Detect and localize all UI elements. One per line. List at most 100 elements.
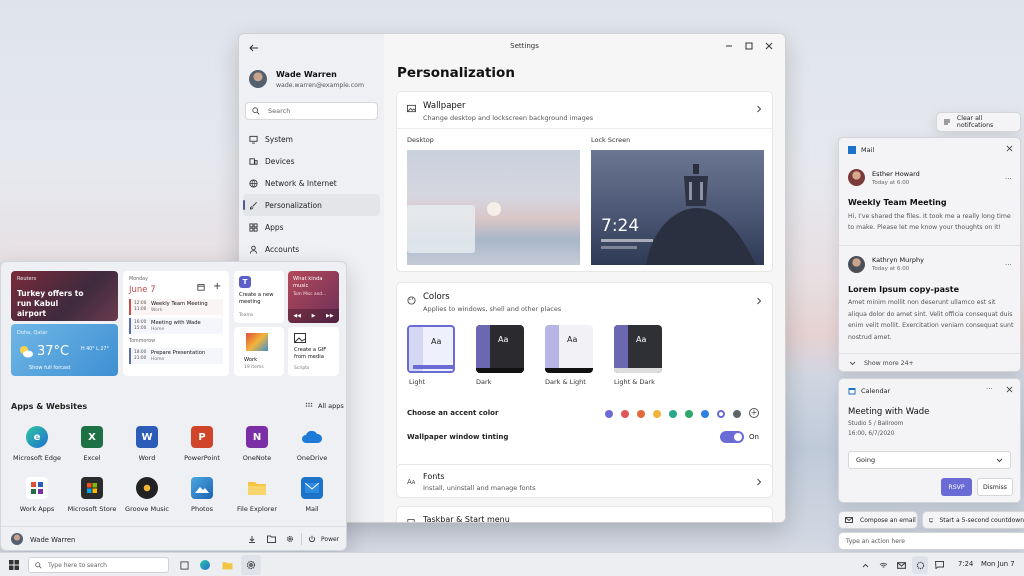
sender-avatar: [848, 169, 865, 186]
taskbar-card[interactable]: Taskbar & Start menu: [396, 506, 773, 522]
gear-icon[interactable]: [286, 535, 294, 543]
more-options-icon[interactable]: ···: [986, 385, 993, 393]
close-icon[interactable]: [1006, 386, 1013, 393]
rsvp-select[interactable]: Going: [848, 451, 1011, 469]
mail-tray-icon[interactable]: [894, 553, 908, 576]
divider: [839, 353, 1020, 354]
search-icon: [35, 561, 42, 569]
dismiss-button[interactable]: Dismiss: [977, 478, 1013, 496]
app-excel[interactable]: X Excel: [63, 426, 121, 462]
nav-item-apps[interactable]: Apps: [243, 216, 380, 238]
close-button[interactable]: [763, 40, 775, 52]
nav-item-accounts[interactable]: Accounts: [243, 238, 380, 260]
app-label: OneNote: [242, 454, 272, 462]
app-onenote[interactable]: N OneNote: [228, 426, 286, 462]
play-icon[interactable]: ▶: [312, 313, 316, 319]
user-avatar[interactable]: [11, 533, 23, 545]
close-icon[interactable]: [1006, 145, 1013, 152]
accent-swatch[interactable]: [701, 410, 709, 418]
accent-swatch[interactable]: [717, 410, 725, 418]
minimize-button[interactable]: [723, 40, 735, 52]
calendar-event[interactable]: 12:00 11:00 Weekly Team Meeting Work: [129, 299, 223, 315]
app-groove[interactable]: Groove Music: [118, 477, 176, 513]
app-file-explorer[interactable]: File Explorer: [228, 477, 286, 513]
theme-dark-option[interactable]: Aa: [476, 325, 524, 373]
calendar-tile[interactable]: Monday June 7 + 12:00 11:00 Weekly Team …: [123, 271, 229, 376]
nav-item-personalization[interactable]: Personalization: [243, 194, 380, 216]
chevron-up-icon[interactable]: [858, 553, 872, 576]
notification-icon[interactable]: [932, 553, 946, 576]
clear-all-button[interactable]: Clear all notifcations: [936, 112, 1021, 132]
start-user-name[interactable]: Wade Warren: [30, 536, 75, 544]
app-word[interactable]: W Word: [118, 426, 176, 462]
calendar-event[interactable]: 18:00 21:00 Prepare Presentation Home: [129, 348, 223, 364]
calendar-icon[interactable]: [197, 283, 205, 291]
start-button[interactable]: [6, 553, 22, 576]
accent-swatch[interactable]: [669, 410, 677, 418]
app-photos[interactable]: Photos: [173, 477, 231, 513]
tinting-toggle[interactable]: [720, 431, 744, 443]
partly-sunny-icon: [18, 344, 34, 358]
taskbar-settings[interactable]: [241, 555, 261, 575]
accent-swatch[interactable]: [733, 410, 741, 418]
taskbar-time[interactable]: 7:24: [958, 560, 973, 568]
taskbar-file-explorer[interactable]: [219, 553, 235, 576]
app-work-apps[interactable]: Work Apps: [8, 477, 66, 513]
downloads-icon[interactable]: [248, 535, 256, 543]
all-apps-button[interactable]: All apps: [305, 402, 344, 410]
music-tile[interactable]: What kinda music Tom Misc and... ◀◀ ▶ ▶▶: [288, 271, 339, 323]
maximize-button[interactable]: [743, 40, 755, 52]
gif-tile[interactable]: Create a GIF from media Scripts: [288, 327, 339, 376]
weather-tile[interactable]: Doha, Qatar 37°C H 40° L 27° Show full f…: [11, 324, 118, 376]
accent-swatch[interactable]: [621, 410, 629, 418]
action-input[interactable]: Type an action here: [838, 532, 1024, 550]
wifi-icon[interactable]: [876, 553, 890, 576]
desktop-wallpaper-preview[interactable]: [407, 150, 580, 265]
task-view-button[interactable]: [176, 553, 192, 576]
accent-swatch[interactable]: [637, 410, 645, 418]
compose-email-action[interactable]: Compose an email: [838, 511, 918, 529]
add-color-icon[interactable]: +: [749, 408, 759, 418]
settings-tray-button[interactable]: [912, 556, 928, 574]
chevron-right-icon[interactable]: [756, 297, 762, 305]
accent-swatch[interactable]: [605, 410, 613, 418]
more-options-icon[interactable]: ···: [1005, 175, 1012, 183]
settings-search-input[interactable]: Search: [245, 102, 378, 120]
work-tile[interactable]: Work 19 items: [234, 327, 284, 376]
nav-item-system[interactable]: System: [243, 128, 380, 150]
gear-icon: [916, 561, 924, 569]
rsvp-button[interactable]: RSVP: [941, 478, 972, 496]
next-icon[interactable]: ▶▶: [326, 313, 334, 319]
weather-forecast-link[interactable]: Show full forcast: [29, 365, 71, 371]
nav-item-devices[interactable]: Devices: [243, 150, 380, 172]
app-onedrive[interactable]: OneDrive: [283, 426, 341, 462]
theme-light-dark-option[interactable]: Aa: [614, 325, 662, 373]
news-tile[interactable]: Reuters Turkey offers to run Kabul airpo…: [11, 271, 118, 321]
fonts-card[interactable]: AA Fonts Install, uninstall and manage f…: [396, 464, 773, 498]
show-more-button[interactable]: Show more 24+: [849, 360, 914, 367]
taskbar-date[interactable]: Mon Jun 7: [981, 560, 1015, 568]
app-mail[interactable]: Mail: [283, 477, 341, 513]
teams-tile[interactable]: T Create a new meeting Teams: [234, 271, 284, 323]
taskbar-search-input[interactable]: Type here to search: [28, 557, 169, 573]
theme-dark-light-option[interactable]: Aa: [545, 325, 593, 373]
countdown-action[interactable]: Start a 5-second countdown: [922, 511, 1024, 529]
folder-icon[interactable]: [267, 535, 276, 543]
previous-icon[interactable]: ◀◀: [293, 313, 301, 319]
more-options-icon[interactable]: ···: [1005, 261, 1012, 269]
app-edge[interactable]: e Microsoft Edge: [8, 426, 66, 462]
chevron-right-icon[interactable]: [756, 105, 762, 113]
lockscreen-wallpaper-preview[interactable]: 7:24: [591, 150, 764, 265]
wallpaper-title: Wallpaper: [423, 101, 466, 111]
calendar-event[interactable]: 16:00 15:00 Meeting with Wade Home: [129, 318, 223, 334]
power-button[interactable]: Power: [308, 535, 339, 543]
theme-light-option[interactable]: Aa: [407, 325, 455, 373]
app-powerpoint[interactable]: P PowerPoint: [173, 426, 231, 462]
accent-swatch[interactable]: [653, 410, 661, 418]
accent-swatch[interactable]: [685, 410, 693, 418]
app-store[interactable]: Microsoft Store: [63, 477, 121, 513]
add-event-icon[interactable]: +: [213, 281, 221, 292]
nav-item-network[interactable]: Network & Internet: [243, 172, 380, 194]
back-arrow-icon[interactable]: [247, 41, 261, 55]
taskbar-edge[interactable]: [197, 553, 213, 576]
